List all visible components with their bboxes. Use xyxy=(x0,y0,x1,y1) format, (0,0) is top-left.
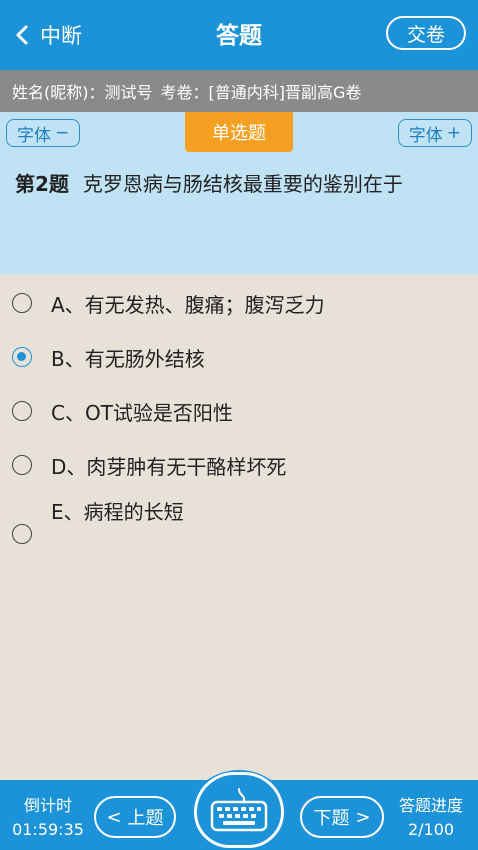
radio-icon[interactable] xyxy=(12,401,32,421)
font-decrease-button[interactable]: 字体 − xyxy=(6,119,81,147)
keyboard-icon xyxy=(210,788,268,832)
exam-paper-name: 考卷：[普通内科]晋副高G卷 xyxy=(160,83,362,102)
question-panel: 字体 − 单选题 字体 + 第2题 克罗恩病与肠结核最重要的鉴别在于 xyxy=(0,112,478,274)
exam-info-bar: 姓名(昵称)：测试号 考卷：[普通内科]晋副高G卷 xyxy=(0,70,478,112)
radio-icon[interactable] xyxy=(12,293,32,313)
answer-sheet-button[interactable] xyxy=(194,772,284,848)
top-bar: 中断 答题 交卷 xyxy=(0,0,478,70)
next-label: 下题 xyxy=(313,808,350,829)
font-decrease-label: 字体 xyxy=(17,125,51,146)
timer-value: 01:59:35 xyxy=(12,820,84,839)
plus-icon: + xyxy=(446,123,461,143)
question-stem: 第2题 克罗恩病与肠结核最重要的鉴别在于 xyxy=(15,170,465,198)
radio-checked-icon[interactable] xyxy=(12,347,32,367)
submit-exam-button[interactable]: 交卷 xyxy=(386,16,466,50)
timer-label: 倒计时 xyxy=(23,796,72,815)
question-number: 第2题 xyxy=(15,172,69,196)
question-text: 克罗恩病与肠结核最重要的鉴别在于 xyxy=(82,172,403,196)
next-question-button[interactable]: 下题 > xyxy=(300,796,384,838)
examinee-name: 姓名(昵称)：测试号 xyxy=(12,83,153,102)
question-type-tag: 单选题 xyxy=(185,112,293,152)
option-c[interactable]: C、OT试验是否阳性 xyxy=(0,384,478,438)
option-e[interactable]: E、病程的长短 xyxy=(0,492,478,562)
answer-options: A、有无发热、腹痛；腹泻乏力 B、有无肠外结核 C、OT试验是否阳性 D、肉芽肿… xyxy=(0,276,478,562)
option-b[interactable]: B、有无肠外结核 xyxy=(0,330,478,384)
option-label: A、有无发热、腹痛；腹泻乏力 xyxy=(51,292,325,317)
previous-question-button[interactable]: < 上题 xyxy=(94,796,176,838)
option-label: E、病程的长短 xyxy=(51,500,184,524)
answer-progress: 答题进度 2/100 xyxy=(388,794,474,842)
countdown-timer: 倒计时 01:59:35 xyxy=(8,794,88,842)
radio-icon[interactable] xyxy=(12,524,32,544)
font-increase-label: 字体 xyxy=(408,125,443,146)
chevron-right-icon: > xyxy=(355,806,371,828)
minus-icon: − xyxy=(55,123,70,143)
option-d[interactable]: D、肉芽肿有无干酪样坏死 xyxy=(0,438,478,492)
option-label: D、肉芽肿有无干酪样坏死 xyxy=(51,454,287,479)
chevron-left-icon: < xyxy=(106,806,122,828)
option-label: B、有无肠外结核 xyxy=(51,346,205,371)
radio-icon[interactable] xyxy=(12,455,32,475)
progress-value: 2/100 xyxy=(407,820,455,839)
progress-label: 答题进度 xyxy=(398,796,463,815)
font-increase-button[interactable]: 字体 + xyxy=(397,119,472,147)
option-label: C、OT试验是否阳性 xyxy=(51,400,233,425)
option-a[interactable]: A、有无发热、腹痛；腹泻乏力 xyxy=(0,276,478,330)
previous-label: 上题 xyxy=(127,808,164,829)
